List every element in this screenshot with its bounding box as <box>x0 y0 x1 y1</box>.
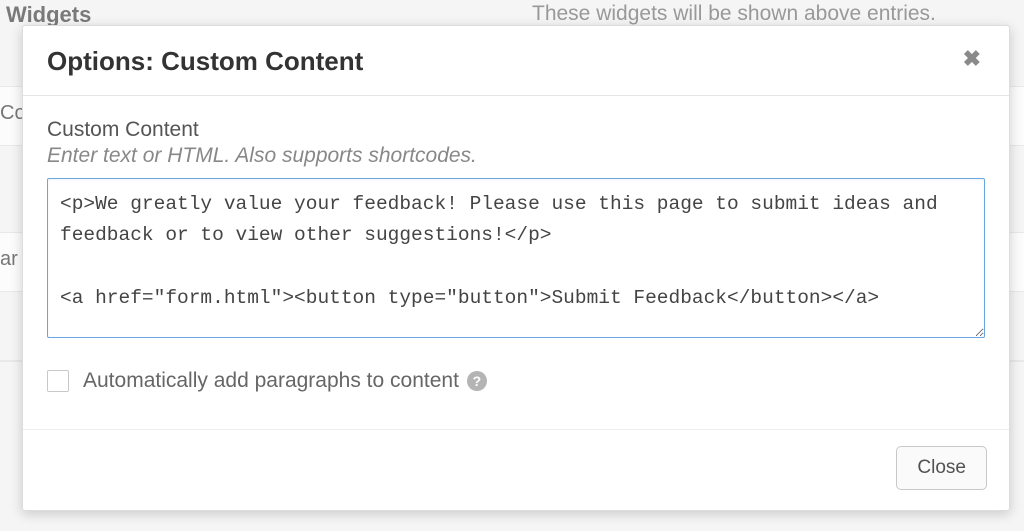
auto-paragraph-label: Automatically add paragraphs to content … <box>83 369 487 393</box>
close-icon[interactable]: ✖ <box>959 46 985 72</box>
modal-header: Options: Custom Content ✖ <box>23 26 1009 96</box>
modal-title: Options: Custom Content <box>47 46 363 77</box>
modal-body: Custom Content Enter text or HTML. Also … <box>23 96 1009 429</box>
checkbox-label-text: Automatically add paragraphs to content <box>83 369 459 393</box>
bg-widgets-desc: These widgets will be shown above entrie… <box>532 2 936 26</box>
auto-paragraph-row: Automatically add paragraphs to content … <box>47 369 985 393</box>
field-label: Custom Content <box>47 118 985 142</box>
close-button[interactable]: Close <box>896 446 987 490</box>
field-help-text: Enter text or HTML. Also supports shortc… <box>47 144 985 168</box>
help-icon[interactable]: ? <box>467 371 487 391</box>
modal-footer: Close <box>23 429 1009 510</box>
bg-fragment-text: ar <box>0 248 18 271</box>
custom-content-textarea[interactable] <box>47 178 985 338</box>
auto-paragraph-checkbox[interactable] <box>47 370 69 392</box>
options-modal: Options: Custom Content ✖ Custom Content… <box>22 25 1010 511</box>
